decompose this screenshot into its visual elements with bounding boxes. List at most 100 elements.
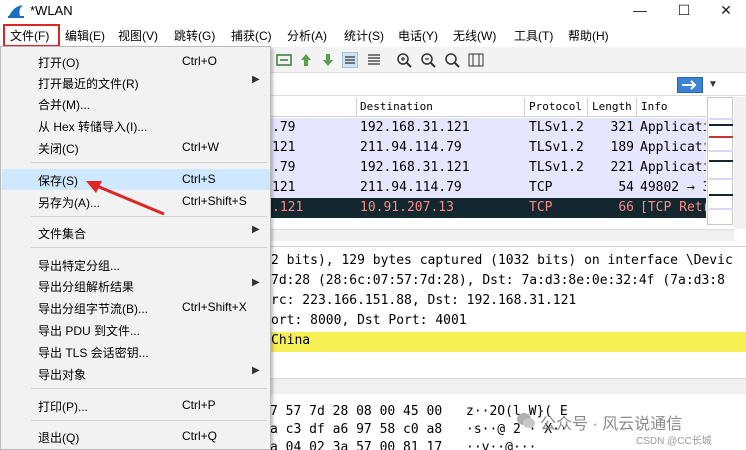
auto-scroll-icon[interactable] xyxy=(342,52,358,68)
menu-go[interactable]: 跳转(G) xyxy=(174,27,215,44)
menu-separator xyxy=(31,162,267,163)
detail-text: 7d:28 (28:6c:07:57:7d:28), Dst: 7a:d3:8e… xyxy=(271,273,725,288)
menu-telephony[interactable]: 电话(Y) xyxy=(398,27,438,44)
cell-info: Applicati xyxy=(640,160,706,175)
menu-item-export-dissections[interactable]: 导出分组解析结果 ▶ xyxy=(2,275,270,296)
packet-list-header: Destination Protocol Length Info xyxy=(270,97,706,117)
menu-item-file-set[interactable]: 文件集合 ▶ xyxy=(2,222,270,243)
detail-text: China xyxy=(271,333,311,348)
menu-capture[interactable]: 捕获(C) xyxy=(231,27,272,44)
column-separator[interactable] xyxy=(636,98,637,116)
menu-item-label: 打印(P)... xyxy=(38,400,88,414)
normal-size-icon[interactable] xyxy=(444,52,460,68)
column-separator[interactable] xyxy=(356,98,357,116)
close-button[interactable]: ✕ xyxy=(706,0,746,22)
wireshark-fin-icon xyxy=(8,5,24,18)
menu-item-export-tls-keys[interactable]: 导出 TLS 会话密钥... xyxy=(2,341,270,362)
maximize-button[interactable]: ☐ xyxy=(664,0,704,22)
resize-columns-icon[interactable] xyxy=(468,52,484,68)
detail-line-ethernet[interactable]: 7d:28 (28:6c:07:57:7d:28), Dst: 7a:d3:8e… xyxy=(270,272,746,292)
menu-item-print[interactable]: 打印(P)... Ctrl+P xyxy=(2,395,270,416)
menu-item-label: 导出 TLS 会话密钥... xyxy=(38,346,149,360)
column-protocol[interactable]: Protocol xyxy=(529,100,582,113)
detail-line-udp[interactable]: ort: 8000, Dst Port: 4001 xyxy=(270,312,746,332)
minimap-line xyxy=(709,136,733,138)
packet-row[interactable]: 121 211.94.114.79 TLSv1.2 189 Applicati xyxy=(270,138,706,158)
cell-protocol: TCP xyxy=(529,200,553,215)
column-destination[interactable]: Destination xyxy=(360,100,433,113)
colorize-icon[interactable] xyxy=(366,52,382,68)
detail-line-frame[interactable]: 2 bits), 129 bytes captured (1032 bits) … xyxy=(270,252,746,272)
menu-item-export-specified[interactable]: 导出特定分组... xyxy=(2,254,270,275)
menu-item-merge[interactable]: 合并(M)... xyxy=(2,93,270,114)
cell-destination: 211.94.114.79 xyxy=(360,180,462,195)
minimap-line xyxy=(709,160,733,162)
menu-edit[interactable]: 编辑(E) xyxy=(65,27,105,44)
watermark: 公众号 · 风云说通信 CSDN @CC长城 xyxy=(510,404,746,450)
menu-item-export-pdu[interactable]: 导出 PDU 到文件... xyxy=(2,319,270,340)
zoom-in-icon[interactable] xyxy=(396,52,412,68)
menu-item-label: 退出(Q) xyxy=(38,431,80,445)
menu-view[interactable]: 视图(V) xyxy=(118,27,158,44)
column-separator[interactable] xyxy=(587,98,588,116)
minimap-line xyxy=(709,194,733,196)
packet-minimap[interactable] xyxy=(707,97,733,225)
cell-destination: 10.91.207.13 xyxy=(360,200,454,215)
menu-item-label: 从 Hex 转储导入(I)... xyxy=(38,120,148,134)
cell-length: 189 xyxy=(610,140,634,155)
cell-protocol: TCP xyxy=(529,180,553,195)
menu-item-close[interactable]: 关闭(C) Ctrl+W xyxy=(2,137,270,158)
menu-item-open[interactable]: 打开(O) Ctrl+O xyxy=(2,51,270,72)
menu-help[interactable]: 帮助(H) xyxy=(568,27,609,44)
packet-row[interactable]: .79 192.168.31.121 TLSv1.2 221 Applicati xyxy=(270,158,706,178)
packet-row[interactable]: 121 211.94.114.79 TCP 54 49802 → 3 xyxy=(270,178,706,198)
menu-item-export-bytes[interactable]: 导出分组字节流(B)... Ctrl+Shift+X xyxy=(2,297,270,318)
bytes-hex: a c3 df a6 97 58 c0 a8 xyxy=(270,422,443,437)
menu-analyze[interactable]: 分析(A) xyxy=(287,27,327,44)
submenu-arrow-icon: ▶ xyxy=(252,365,260,376)
menu-item-shortcut: Ctrl+Shift+S xyxy=(182,194,247,208)
bytes-hex: 7 57 7d 28 08 00 45 00 xyxy=(270,404,443,419)
display-filter-bar[interactable] xyxy=(270,74,746,96)
packet-list-vertical-scrollbar[interactable] xyxy=(734,97,746,229)
column-separator[interactable] xyxy=(524,98,525,116)
menu-separator xyxy=(31,420,267,421)
cell-info: Applicati xyxy=(640,120,706,135)
cell-protocol: TLSv1.2 xyxy=(529,160,584,175)
menu-item-label: 合并(M)... xyxy=(38,98,90,112)
apply-filter-button[interactable] xyxy=(677,77,703,93)
submenu-arrow-icon: ▶ xyxy=(252,224,260,235)
cell-source: .79 xyxy=(272,160,296,175)
menu-item-shortcut: Ctrl+W xyxy=(182,140,219,154)
packet-row-selected[interactable]: .121 10.91.207.13 TCP 66 [TCP Retr xyxy=(270,198,706,218)
watermark-text: 公众号 · 风云说通信 xyxy=(540,416,683,433)
menu-wireless[interactable]: 无线(W) xyxy=(453,27,496,44)
menu-item-import-hex[interactable]: 从 Hex 转储导入(I)... xyxy=(2,115,270,136)
submenu-arrow-icon: ▶ xyxy=(252,277,260,288)
first-packet-icon[interactable] xyxy=(298,52,314,68)
filter-dropdown-icon[interactable]: ▼ xyxy=(708,79,718,90)
cell-info: 49802 → 3 xyxy=(640,180,706,195)
menu-tools[interactable]: 工具(T) xyxy=(514,27,553,44)
details-horizontal-scrollbar[interactable] xyxy=(270,378,746,394)
menu-statistics[interactable]: 统计(S) xyxy=(344,27,384,44)
column-info[interactable]: Info xyxy=(641,100,668,113)
menu-item-export-objects[interactable]: 导出对象 ▶ xyxy=(2,363,270,384)
cell-source: 121 xyxy=(272,180,296,195)
minimize-button[interactable]: — xyxy=(620,0,660,22)
go-to-packet-icon[interactable] xyxy=(276,52,292,68)
detail-line-ip[interactable]: rc: 223.166.151.88, Dst: 192.168.31.121 xyxy=(270,292,746,312)
annotation-arrow-icon xyxy=(86,181,165,216)
column-length[interactable]: Length xyxy=(592,100,632,113)
detail-line-highlighted[interactable]: China xyxy=(270,332,746,352)
packet-row[interactable]: .79 192.168.31.121 TLSv1.2 321 Applicati xyxy=(270,118,706,138)
menu-item-quit[interactable]: 退出(Q) Ctrl+Q xyxy=(2,426,270,447)
menu-item-label: 打开最近的文件(R) xyxy=(38,77,139,91)
last-packet-icon[interactable] xyxy=(320,52,336,68)
menu-item-shortcut: Ctrl+Shift+X xyxy=(182,300,247,314)
packet-list-horizontal-scrollbar[interactable] xyxy=(270,229,734,241)
menu-item-label: 保存(S) xyxy=(38,174,78,188)
menu-item-open-recent[interactable]: 打开最近的文件(R) ▶ xyxy=(2,72,270,93)
zoom-out-icon[interactable] xyxy=(420,52,436,68)
minimap-line xyxy=(709,178,733,180)
